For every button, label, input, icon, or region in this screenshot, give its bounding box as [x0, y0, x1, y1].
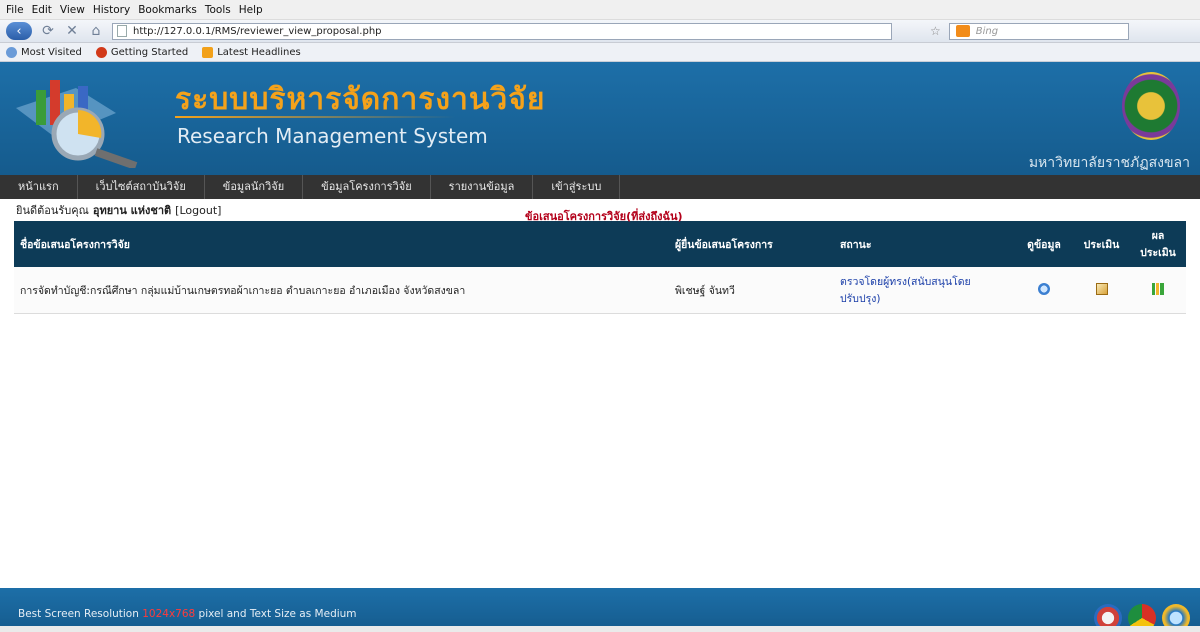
- footer-text-after: pixel and Text Size as Medium: [195, 608, 357, 620]
- bookmark-most-visited[interactable]: Most Visited: [6, 46, 82, 58]
- title-divider: [175, 116, 455, 118]
- table-row: การจัดทำบัญชี:กรณีศึกษา กลุ่มแม่บ้านเกษต…: [14, 267, 1186, 314]
- evaluate-cell: [1073, 267, 1130, 314]
- proposal-table-wrapper: ข้อเสนอโครงการวิจัย(ที่ส่งถึงฉัน) ชื่อข้…: [14, 210, 1186, 314]
- url-text: http://127.0.0.1/RMS/reviewer_view_propo…: [133, 25, 382, 37]
- nav-institute-website[interactable]: เว็บไซต์สถาบันวิจัย: [78, 175, 205, 199]
- welcome-prefix: ยินดีต้อนรับคุณ: [16, 204, 89, 217]
- menu-history[interactable]: History: [93, 4, 130, 16]
- bookmark-label: Getting Started: [110, 46, 189, 58]
- footer-text-before: Best Screen Resolution: [18, 608, 143, 620]
- main-nav: หน้าแรก เว็บไซต์สถาบันวิจัย ข้อมูลนักวิจ…: [0, 175, 1200, 199]
- bookmark-star-icon[interactable]: ☆: [930, 24, 941, 38]
- bookmark-label: Most Visited: [21, 46, 82, 58]
- col-status-header: สถานะ: [834, 221, 1015, 267]
- result-chart-icon[interactable]: [1152, 282, 1164, 295]
- logout-link[interactable]: [Logout]: [175, 204, 221, 217]
- browser-statusbar: [0, 626, 1200, 632]
- proposal-table: ชื่อข้อเสนอโครงการวิจัย ผู้ยื่นข้อเสนอโค…: [14, 221, 1186, 314]
- bookmarks-toolbar: Most Visited Getting Started Latest Head…: [0, 43, 1200, 62]
- reload-icon[interactable]: ⟳: [40, 23, 56, 39]
- menu-help[interactable]: Help: [239, 4, 263, 16]
- search-engine-icon[interactable]: [955, 25, 970, 37]
- back-button[interactable]: ‹: [6, 22, 32, 40]
- browser-menubar: File Edit View History Bookmarks Tools H…: [0, 0, 1200, 20]
- proposal-status-link[interactable]: ตรวจโดยผู้ทรง(สนับสนุนโดยปรับปรุง): [834, 267, 1015, 314]
- view-magnifier-icon[interactable]: [1038, 282, 1050, 295]
- user-name: อุทยาน แห่งชาติ: [92, 204, 172, 217]
- col-title-header: ชื่อข้อเสนอโครงการวิจัย: [14, 221, 669, 267]
- nav-projects[interactable]: ข้อมูลโครงการวิจัย: [303, 175, 431, 199]
- col-result-header: ผลประเมิน: [1130, 221, 1186, 267]
- footer-text: Best Screen Resolution 1024x768 pixel an…: [18, 608, 357, 620]
- nav-reports[interactable]: รายงานข้อมูล: [431, 175, 534, 199]
- col-evaluate-header: ประเมิน: [1073, 221, 1130, 267]
- view-cell: [1015, 267, 1073, 314]
- university-seal-icon: [1122, 72, 1180, 140]
- bookmark-latest-headlines[interactable]: Latest Headlines: [202, 46, 301, 58]
- browser-toolbar: ‹ ⟳ ✕ ⌂ http://127.0.0.1/RMS/reviewer_vi…: [0, 20, 1200, 43]
- search-placeholder: Bing: [975, 25, 999, 37]
- proposal-title: การจัดทำบัญชี:กรณีศึกษา กลุ่มแม่บ้านเกษต…: [14, 267, 669, 314]
- nav-home[interactable]: หน้าแรก: [0, 175, 78, 199]
- nav-login[interactable]: เข้าสู่ระบบ: [533, 175, 621, 199]
- evaluate-edit-icon[interactable]: [1095, 282, 1108, 295]
- table-caption: ข้อเสนอโครงการวิจัย(ที่ส่งถึงฉัน): [525, 210, 683, 223]
- proposal-submitter: พิเชษฐ์ จันทวี: [669, 267, 834, 314]
- search-input[interactable]: Bing: [948, 22, 1129, 40]
- bookmark-label: Latest Headlines: [217, 46, 301, 58]
- stop-icon[interactable]: ✕: [64, 23, 80, 39]
- site-title-english: Research Management System: [177, 124, 488, 148]
- footer-resolution: 1024x768: [142, 608, 196, 620]
- table-header-row: ชื่อข้อเสนอโครงการวิจัย ผู้ยื่นข้อเสนอโค…: [14, 221, 1186, 267]
- menu-view[interactable]: View: [60, 4, 85, 16]
- rss-icon: [202, 46, 214, 58]
- university-name: มหาวิทยาลัยราชภัฏสงขลา: [1028, 155, 1190, 171]
- firefox-icon: [95, 46, 107, 58]
- address-bar[interactable]: http://127.0.0.1/RMS/reviewer_view_propo…: [112, 22, 892, 40]
- menu-tools[interactable]: Tools: [205, 4, 231, 16]
- home-icon[interactable]: ⌂: [88, 23, 104, 39]
- site-header: ระบบบริหารจัดการงานวิจัย Research Manage…: [0, 62, 1200, 175]
- page-icon: [117, 25, 127, 37]
- nav-researchers[interactable]: ข้อมูลนักวิจัย: [205, 175, 304, 199]
- col-view-header: ดูข้อมูล: [1015, 221, 1073, 267]
- menu-bookmarks[interactable]: Bookmarks: [138, 4, 197, 16]
- menu-file[interactable]: File: [6, 4, 24, 16]
- result-cell: [1130, 267, 1186, 314]
- bookmark-getting-started[interactable]: Getting Started: [95, 46, 189, 58]
- col-submitter-header: ผู้ยื่นข้อเสนอโครงการ: [669, 221, 834, 267]
- menu-edit[interactable]: Edit: [32, 4, 52, 16]
- chart-magnifier-logo: [16, 80, 138, 168]
- most-visited-icon: [6, 46, 17, 58]
